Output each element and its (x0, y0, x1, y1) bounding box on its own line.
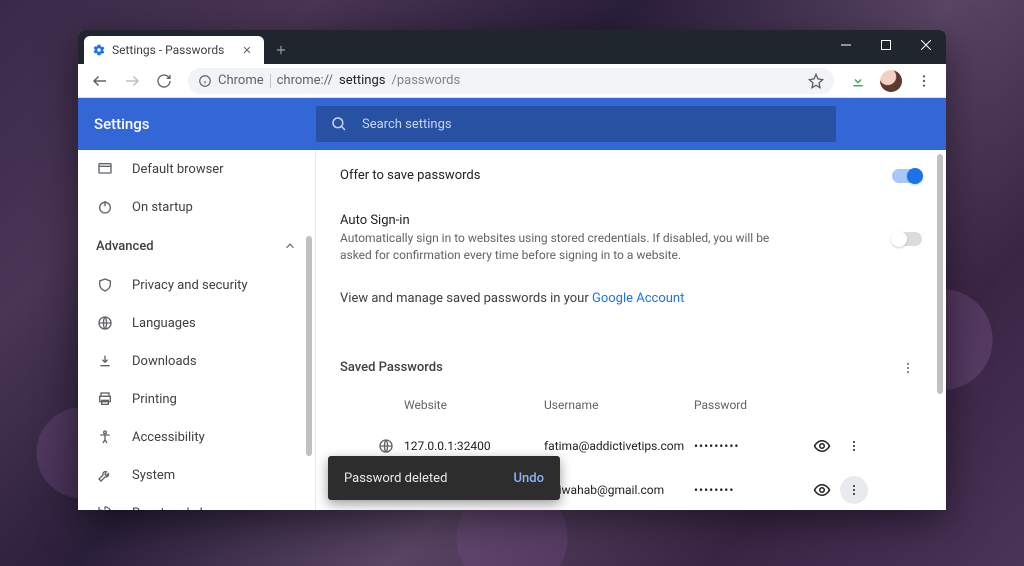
view-manage-text: View and manage saved passwords in your … (340, 291, 922, 306)
back-button[interactable] (86, 67, 114, 95)
wrench-icon (96, 466, 114, 484)
address-bar: Chrome chrome:// settings/passwords (78, 64, 946, 98)
maximize-button[interactable] (866, 30, 906, 60)
view-manage-prefix: View and manage saved passwords in your (340, 291, 592, 306)
globe-icon (368, 438, 404, 454)
sidebar-item-system[interactable]: System (78, 456, 315, 494)
titlebar: Settings - Passwords (78, 30, 946, 64)
undo-button[interactable]: Undo (514, 471, 544, 486)
sidebar-scrollbar[interactable] (303, 150, 315, 510)
sidebar-item-label: Default browser (132, 162, 224, 177)
offer-save-toggle[interactable] (892, 169, 922, 183)
close-tab-button[interactable] (240, 43, 254, 57)
restore-icon (96, 504, 114, 510)
sidebar-item-on-startup[interactable]: On startup (78, 188, 315, 226)
extension-download-icon[interactable] (846, 69, 870, 93)
sidebar-item-label: Accessibility (132, 430, 205, 445)
sidebar-item-label: Printing (132, 392, 177, 407)
row-password: ••••••••• (694, 439, 804, 453)
tab-title: Settings - Passwords (112, 43, 234, 57)
sidebar-item-label: Reset and clean up (132, 506, 242, 511)
offer-save-label: Offer to save passwords (340, 168, 480, 183)
row-menu-button[interactable] (840, 432, 868, 460)
sidebar-item-reset[interactable]: Reset and clean up (78, 494, 315, 510)
main-scrollbar[interactable] (934, 150, 946, 510)
auto-signin-row: Auto Sign-in Automatically sign in to we… (340, 209, 922, 269)
page-content: Settings Default browser On startup Adva… (78, 98, 946, 510)
omnibox-url-scheme: chrome:// (277, 73, 333, 88)
globe-icon (96, 314, 114, 332)
col-username: Username (544, 398, 694, 412)
offer-save-passwords-row: Offer to save passwords (340, 164, 922, 187)
sidebar-item-label: Languages (132, 316, 196, 331)
search-icon (330, 115, 348, 133)
settings-title: Settings (94, 115, 316, 133)
sidebar-item-languages[interactable]: Languages (78, 304, 315, 342)
password-deleted-toast: Password deleted Undo (328, 456, 560, 500)
sidebar-item-privacy[interactable]: Privacy and security (78, 266, 315, 304)
saved-passwords-header: Saved Passwords (340, 350, 922, 392)
toast-message: Password deleted (344, 471, 447, 486)
auto-signin-toggle[interactable] (892, 232, 922, 246)
sidebar-item-accessibility[interactable]: Accessibility (78, 418, 315, 456)
sidebar-advanced-toggle[interactable]: Advanced (78, 226, 315, 266)
omnibox-chrome-label: Chrome (218, 73, 264, 88)
saved-passwords-title: Saved Passwords (340, 360, 443, 375)
settings-header: Settings (78, 98, 946, 150)
printer-icon (96, 390, 114, 408)
chevron-up-icon (283, 239, 297, 253)
browser-icon (96, 160, 114, 178)
browser-menu-button[interactable] (910, 67, 938, 95)
auto-signin-desc: Automatically sign in to websites using … (340, 230, 780, 265)
saved-passwords-menu-button[interactable] (894, 354, 922, 382)
omnibox[interactable]: Chrome chrome:// settings/passwords (188, 68, 834, 94)
reload-button[interactable] (150, 67, 178, 95)
sidebar-item-label: Downloads (132, 354, 197, 369)
row-username: fatiwahab@gmail.com (544, 483, 694, 497)
sidebar-item-downloads[interactable]: Downloads (78, 342, 315, 380)
accessibility-icon (96, 428, 114, 446)
omnibox-url-main: settings (339, 73, 385, 88)
new-tab-button[interactable] (268, 37, 294, 63)
gear-icon (92, 43, 106, 57)
browser-window: Settings - Passwords Chrome chrome:// set… (78, 30, 946, 510)
bookmark-star-icon[interactable] (808, 73, 824, 89)
sidebar-item-label: On startup (132, 200, 193, 215)
row-password: •••••••• (694, 483, 804, 497)
omnibox-url-path: /passwords (391, 73, 460, 88)
browser-tab[interactable]: Settings - Passwords (84, 36, 264, 64)
sidebar-item-printing[interactable]: Printing (78, 380, 315, 418)
sidebar-item-label: Privacy and security (132, 278, 248, 293)
row-menu-button[interactable] (840, 476, 868, 504)
show-password-button[interactable] (804, 437, 840, 455)
minimize-button[interactable] (826, 30, 866, 60)
sidebar-section-label: Advanced (96, 239, 154, 254)
auto-signin-title: Auto Sign-in (340, 213, 780, 228)
col-password: Password (694, 398, 804, 412)
shield-icon (96, 276, 114, 294)
omnibox-divider (270, 74, 271, 88)
show-password-button[interactable] (804, 481, 840, 499)
search-settings-input[interactable] (362, 117, 822, 132)
row-website: 127.0.0.1:32400 (404, 439, 544, 453)
forward-button[interactable] (118, 67, 146, 95)
google-account-link[interactable]: Google Account (592, 291, 684, 306)
power-icon (96, 198, 114, 216)
close-window-button[interactable] (906, 30, 946, 60)
window-controls (826, 30, 946, 60)
download-icon (96, 352, 114, 370)
row-username: fatima@addictivetips.com (544, 439, 694, 453)
profile-avatar[interactable] (880, 70, 902, 92)
col-website: Website (404, 398, 544, 412)
search-settings-box[interactable] (316, 106, 836, 142)
chrome-info-icon (198, 74, 212, 88)
sidebar-item-default-browser[interactable]: Default browser (78, 150, 315, 188)
sidebar-item-label: System (132, 468, 175, 483)
settings-sidebar: Default browser On startup Advanced Priv… (78, 150, 316, 510)
